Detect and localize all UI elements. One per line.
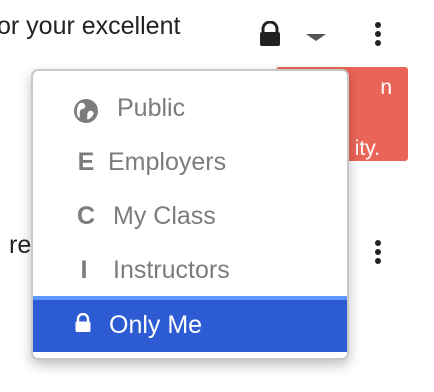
visibility-option-instructors[interactable]: I Instructors xyxy=(33,245,347,299)
background-text-excellent: or your excellent xyxy=(0,12,181,40)
visibility-option-label: Only Me xyxy=(109,311,203,339)
visibility-option-my-class[interactable]: C My Class xyxy=(33,191,347,245)
visibility-option-label: Public xyxy=(117,94,186,122)
visibility-option-label: My Class xyxy=(113,202,216,230)
caret-down-icon[interactable] xyxy=(303,29,329,45)
visibility-option-employers[interactable]: E Employers xyxy=(33,137,347,191)
alert-text-line-2: ity. xyxy=(354,137,380,160)
lock-icon xyxy=(75,313,91,332)
globe-icon xyxy=(74,99,98,123)
employers-letter-icon: E xyxy=(77,148,95,176)
visibility-option-label: Instructors xyxy=(113,256,230,284)
more-vertical-icon[interactable] xyxy=(373,21,383,47)
visibility-option-public[interactable]: Public xyxy=(33,83,347,137)
visibility-option-only-me[interactable]: Only Me xyxy=(33,296,347,352)
lock-icon[interactable] xyxy=(258,21,282,47)
alert-text-line-1: n xyxy=(380,76,392,99)
visibility-menu: Public E Employers C My Class I Instruct… xyxy=(31,69,349,360)
instructors-letter-icon: I xyxy=(80,256,88,284)
background-text-row: re xyxy=(9,231,32,259)
more-vertical-icon[interactable] xyxy=(373,239,383,265)
visibility-dropdown-screen: or your excellent n ity. re Public E Emp… xyxy=(0,0,434,392)
visibility-option-label: Employers xyxy=(108,148,227,176)
class-letter-icon: C xyxy=(76,202,96,230)
